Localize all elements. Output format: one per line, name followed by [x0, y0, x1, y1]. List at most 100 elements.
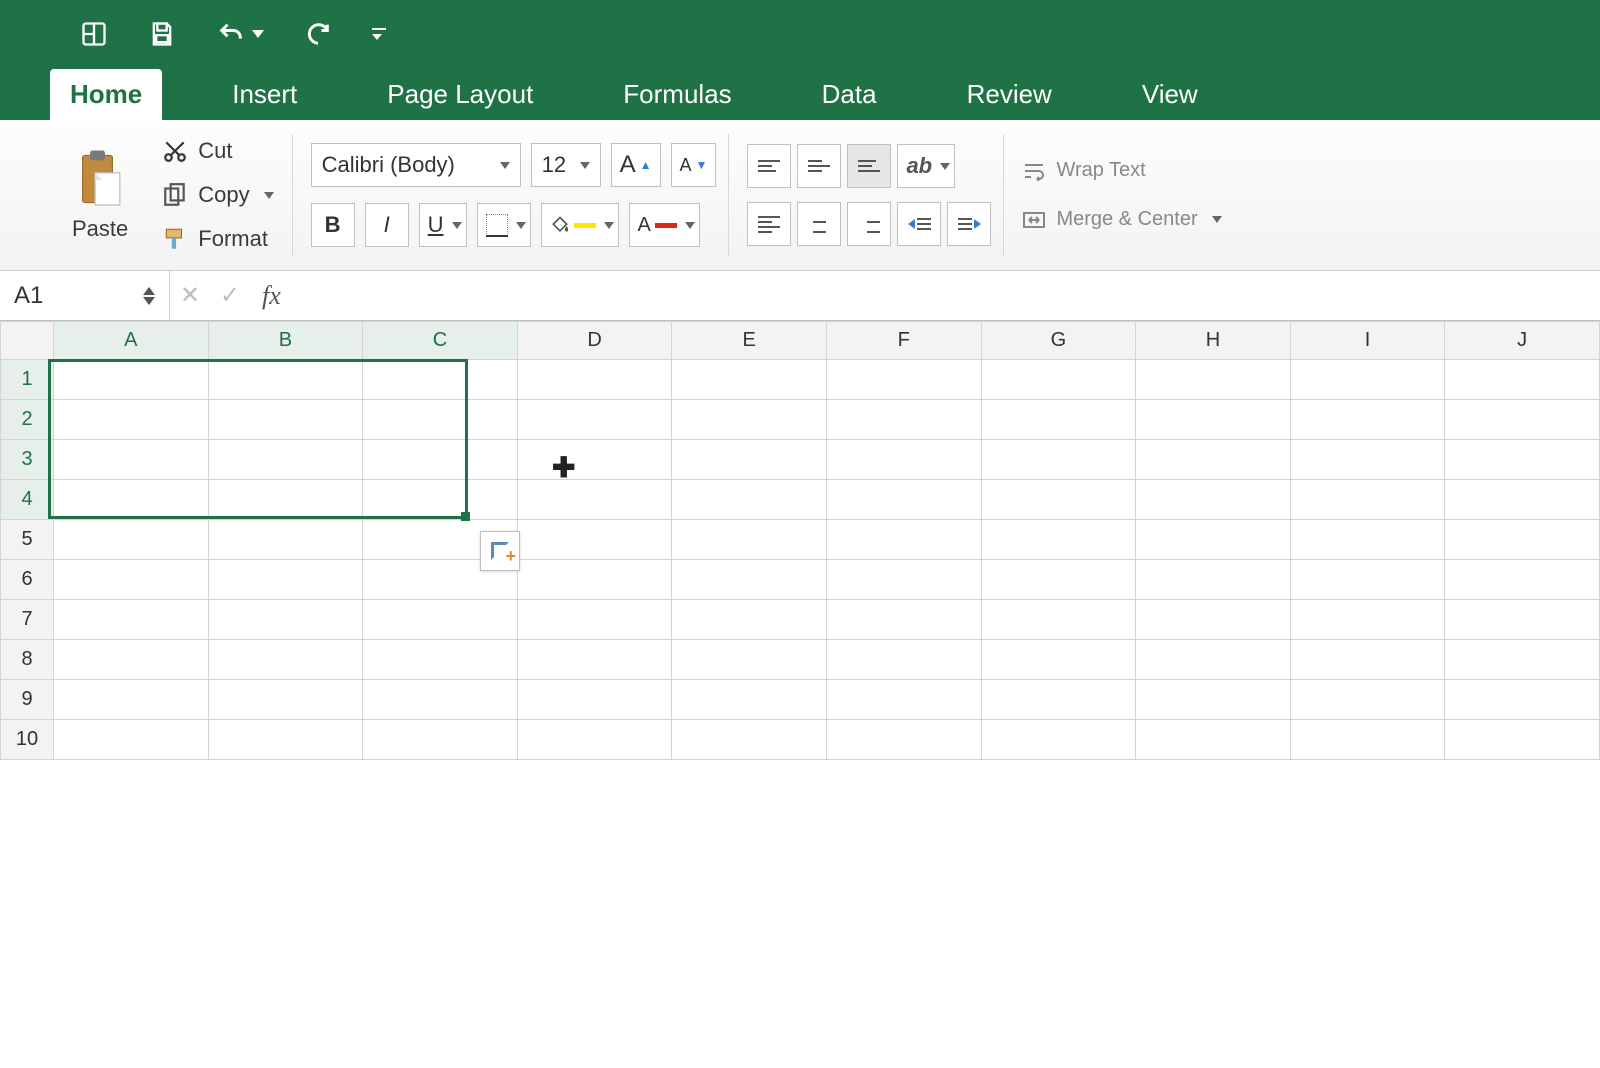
row-header[interactable]: 3: [1, 440, 54, 480]
borders-icon: [486, 214, 508, 236]
col-header[interactable]: G: [981, 322, 1136, 360]
row-header[interactable]: 9: [1, 680, 54, 720]
col-header[interactable]: H: [1136, 322, 1291, 360]
ribbon: Paste Cut Copy: [0, 120, 1600, 271]
formula-input[interactable]: [293, 271, 1600, 320]
chevron-down-icon: [452, 222, 462, 229]
tab-page-layout[interactable]: Page Layout: [367, 69, 553, 120]
align-center-button[interactable]: [797, 202, 841, 246]
cut-label: Cut: [198, 138, 232, 164]
col-header[interactable]: I: [1290, 322, 1445, 360]
col-header[interactable]: A: [54, 322, 209, 360]
tab-data[interactable]: Data: [802, 69, 897, 120]
tab-insert[interactable]: Insert: [212, 69, 317, 120]
row-header[interactable]: 8: [1, 640, 54, 680]
align-bottom-button[interactable]: [847, 144, 891, 188]
fill-color-swatch: [574, 223, 596, 228]
quick-analysis-icon: [491, 542, 509, 560]
font-name-combo[interactable]: Calibri (Body): [311, 143, 521, 187]
scissors-icon: [162, 138, 188, 164]
fx-label[interactable]: fx: [250, 281, 293, 311]
copy-button[interactable]: Copy: [162, 182, 273, 208]
caret-up-icon: [143, 287, 155, 295]
ribbon-tabs: Home Insert Page Layout Formulas Data Re…: [0, 68, 1600, 120]
col-header[interactable]: C: [363, 322, 518, 360]
paste-label: Paste: [72, 216, 128, 242]
cancel-formula-button[interactable]: ✕: [170, 281, 210, 310]
row-header[interactable]: 2: [1, 400, 54, 440]
name-box-value: A1: [14, 282, 43, 310]
autosave-button[interactable]: [80, 20, 108, 48]
wrap-text-label: Wrap Text: [1056, 159, 1145, 182]
decrease-indent-button[interactable]: [897, 202, 941, 246]
grow-font-button[interactable]: A ▲: [611, 143, 661, 187]
orientation-button[interactable]: ab: [897, 144, 955, 188]
shrink-font-button[interactable]: A ▼: [671, 143, 717, 187]
bold-button[interactable]: B: [311, 203, 355, 247]
col-header[interactable]: J: [1445, 322, 1600, 360]
increase-indent-button[interactable]: [947, 202, 991, 246]
redo-button[interactable]: [304, 20, 332, 48]
borders-button[interactable]: [477, 203, 531, 247]
row-header[interactable]: 4: [1, 480, 54, 520]
spreadsheet-grid[interactable]: A B C D E F G H I J 1 2 3 4 5 6: [0, 321, 1600, 760]
paste-button[interactable]: Paste: [62, 144, 138, 246]
paintbrush-icon: [162, 226, 188, 252]
fill-color-button[interactable]: [541, 203, 619, 247]
row-header[interactable]: 5: [1, 520, 54, 560]
col-header[interactable]: D: [517, 322, 672, 360]
formula-bar: A1 ✕ ✓ fx: [0, 271, 1600, 321]
font-color-swatch: [655, 223, 677, 228]
row-header[interactable]: 10: [1, 720, 54, 760]
tab-home[interactable]: Home: [50, 69, 162, 120]
underline-button[interactable]: U: [419, 203, 467, 247]
wrap-text-button[interactable]: Wrap Text: [1022, 159, 1221, 182]
font-group: Calibri (Body) 12 A ▲ A ▼ B I: [299, 134, 730, 256]
orientation-icon: ab: [906, 153, 932, 179]
col-header[interactable]: B: [208, 322, 363, 360]
name-box[interactable]: A1: [0, 271, 170, 320]
row-header[interactable]: 1: [1, 360, 54, 400]
font-size-value: 12: [542, 152, 566, 178]
tab-formulas[interactable]: Formulas: [603, 69, 751, 120]
font-size-combo[interactable]: 12: [531, 143, 601, 187]
col-header[interactable]: F: [826, 322, 981, 360]
excel-window: Home Insert Page Layout Formulas Data Re…: [0, 0, 1600, 1068]
copy-label: Copy: [198, 182, 249, 208]
alignment-group: ab: [735, 134, 1004, 256]
tab-review[interactable]: Review: [947, 69, 1072, 120]
chevron-down-icon: [1212, 216, 1222, 223]
copy-icon: [162, 182, 188, 208]
clipboard-icon: [75, 148, 125, 210]
format-painter-button[interactable]: Format: [162, 226, 273, 252]
align-top-button[interactable]: [747, 144, 791, 188]
save-button[interactable]: [148, 20, 176, 48]
font-name-value: Calibri (Body): [322, 152, 455, 178]
caret-down-icon: [143, 297, 155, 305]
merge-icon: [1022, 210, 1046, 230]
font-color-button[interactable]: A: [629, 203, 700, 247]
align-right-button[interactable]: [847, 202, 891, 246]
italic-button[interactable]: I: [365, 203, 409, 247]
quick-access-toolbar: [0, 0, 1600, 68]
customize-qat-button[interactable]: [372, 28, 386, 40]
align-left-button[interactable]: [747, 202, 791, 246]
accept-formula-button[interactable]: ✓: [210, 281, 250, 310]
chevron-down-icon: [685, 222, 695, 229]
copy-dropdown-icon: [264, 192, 274, 199]
chevron-down-icon: [516, 222, 526, 229]
cut-button[interactable]: Cut: [162, 138, 273, 164]
chevron-down-icon: [500, 162, 510, 169]
col-header[interactable]: E: [672, 322, 827, 360]
select-all-corner[interactable]: [1, 322, 54, 360]
merge-center-button[interactable]: Merge & Center: [1022, 208, 1221, 231]
align-middle-button[interactable]: [797, 144, 841, 188]
undo-button[interactable]: [216, 20, 264, 48]
name-box-stepper[interactable]: [143, 287, 155, 305]
tab-view[interactable]: View: [1122, 69, 1218, 120]
quick-analysis-button[interactable]: [480, 531, 520, 571]
row-header[interactable]: 7: [1, 600, 54, 640]
row-header[interactable]: 6: [1, 560, 54, 600]
merge-center-label: Merge & Center: [1056, 208, 1197, 231]
paint-bucket-icon: [550, 215, 570, 235]
